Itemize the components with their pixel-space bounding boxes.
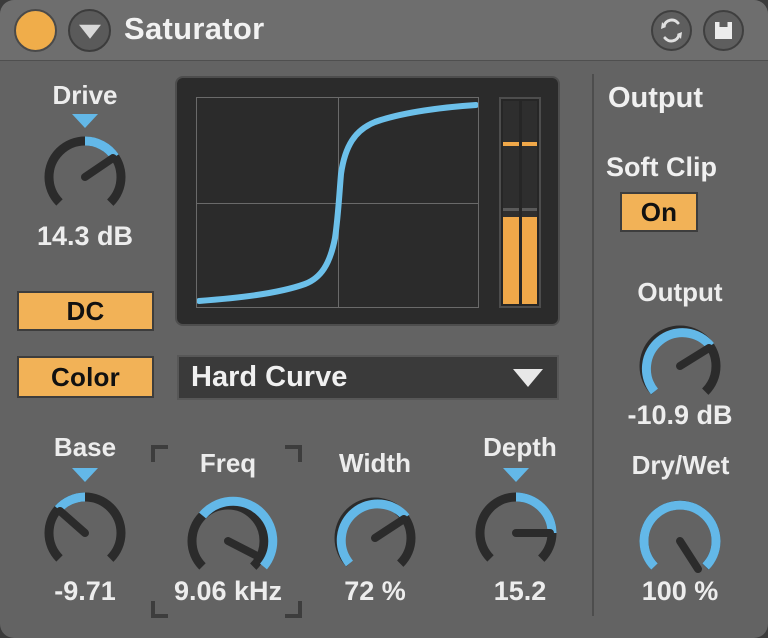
depth-knob-label: Depth — [483, 432, 557, 462]
device-activator-button[interactable] — [14, 9, 57, 52]
width-knob[interactable] — [325, 488, 425, 588]
soft-clip-toggle-button[interactable]: On — [620, 192, 698, 232]
level-meter-right — [521, 101, 537, 304]
meter-fill — [503, 216, 519, 304]
device-title-bar: Saturator — [0, 0, 768, 61]
curve-type-value: Hard Curve — [191, 361, 348, 393]
output-section-divider — [592, 74, 594, 616]
chevron-down-icon — [513, 368, 543, 387]
depth-modulation-marker — [503, 468, 529, 482]
meter-peak-indicator — [503, 141, 519, 146]
drive-knob-value: 14.3 dB — [36, 221, 134, 251]
dc-toggle-label: DC — [66, 295, 105, 326]
drywet-knob-label: Dry/Wet — [631, 450, 730, 480]
base-knob[interactable] — [35, 483, 135, 583]
transfer-curve-display[interactable] — [175, 76, 560, 326]
output-section-heading: Output — [608, 82, 704, 114]
meter-peak-indicator — [521, 141, 537, 146]
output-knob-value: -10.9 dB — [627, 400, 733, 430]
color-toggle-button[interactable]: Color — [17, 356, 154, 398]
base-knob-label: Base — [53, 432, 117, 462]
width-knob-label: Width — [339, 448, 411, 478]
meter-scale-tick — [521, 207, 537, 211]
drive-knob[interactable] — [35, 127, 135, 227]
saturation-curve — [197, 102, 478, 304]
save-preset-icon — [715, 22, 732, 39]
save-preset-button[interactable] — [703, 10, 744, 51]
depth-knob-value: 15.2 — [493, 576, 547, 606]
output-knob-label: Output — [637, 277, 723, 307]
output-level-meters — [499, 97, 541, 308]
soft-clip-label: Soft Clip — [606, 152, 717, 182]
saturator-device: Saturator Drive 14.3 dB DC Color Hard Cu… — [0, 0, 768, 638]
dc-toggle-button[interactable]: DC — [17, 291, 154, 331]
base-modulation-marker — [72, 468, 98, 482]
meter-fill — [521, 216, 537, 304]
soft-clip-toggle-label: On — [640, 196, 678, 227]
freq-knob-value: 9.06 kHz — [173, 576, 283, 606]
color-toggle-label: Color — [51, 361, 120, 392]
hot-swap-button[interactable] — [651, 10, 692, 51]
chevron-down-icon — [78, 24, 101, 39]
hot-swap-icon — [661, 18, 682, 43]
device-title: Saturator — [124, 11, 265, 46]
collapse-device-button[interactable] — [68, 9, 111, 52]
curve-type-dropdown[interactable]: Hard Curve — [177, 355, 559, 400]
depth-knob[interactable] — [466, 483, 566, 583]
freq-knob-label: Freq — [199, 448, 257, 478]
drive-modulation-marker — [72, 114, 98, 128]
drive-knob-label: Drive — [52, 80, 118, 110]
curve-grid — [196, 97, 479, 308]
width-knob-value: 72 % — [344, 576, 406, 606]
level-meter-left — [503, 101, 519, 304]
drywet-knob-value: 100 % — [641, 576, 719, 606]
meter-scale-tick — [503, 207, 519, 211]
